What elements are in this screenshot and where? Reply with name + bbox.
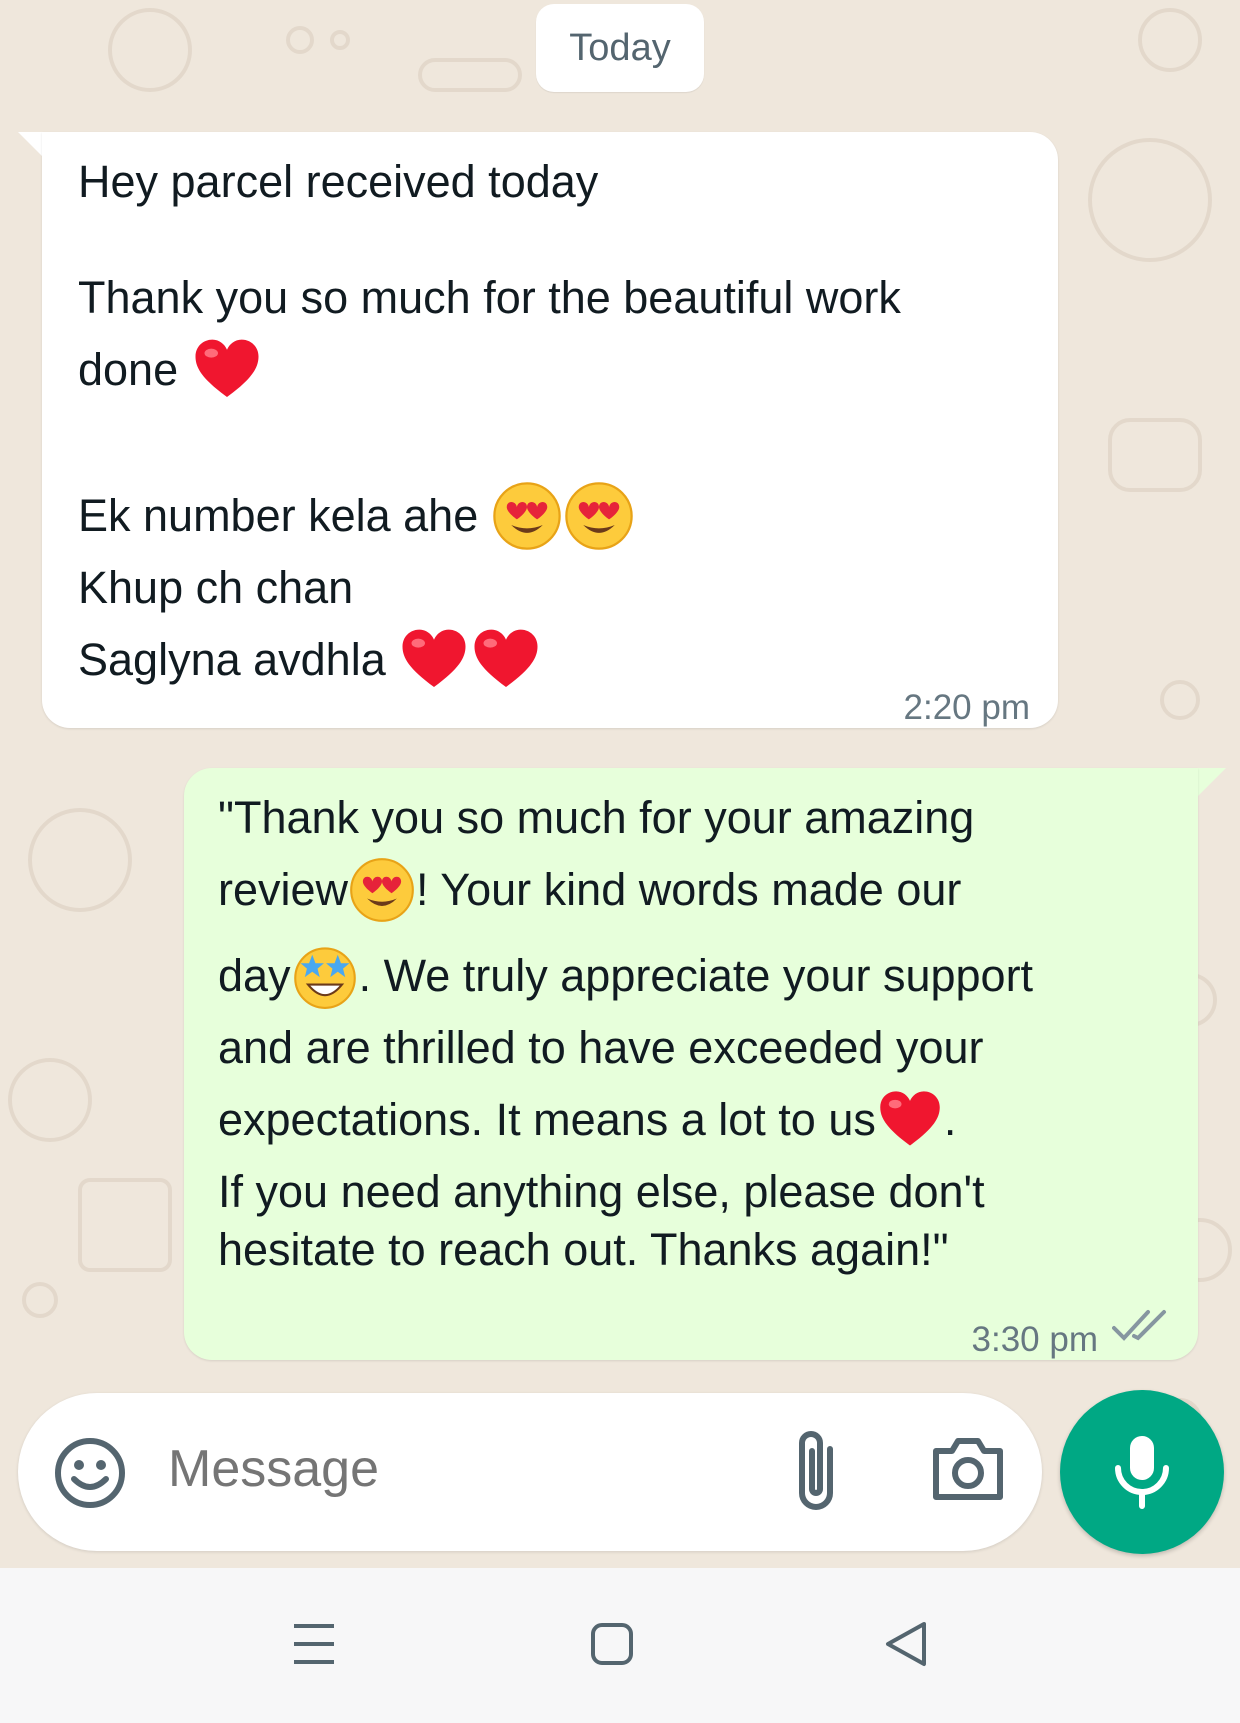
heart-eyes-emoji-icon xyxy=(493,482,561,550)
home-icon[interactable] xyxy=(590,1622,634,1666)
message-input[interactable] xyxy=(168,1439,688,1499)
message-timestamp: 2:20 pm xyxy=(903,688,1030,727)
date-divider: Today xyxy=(536,4,704,92)
message-line: "Thank you so much for your amazing xyxy=(218,792,975,843)
message-line: Thank you so much for the beautiful work xyxy=(78,272,901,323)
message-line: Saglyna avdhla xyxy=(78,624,542,696)
emoji-icon[interactable] xyxy=(54,1437,126,1509)
message-line: Ek number kela ahe xyxy=(78,480,635,552)
red-heart-emoji-icon xyxy=(402,629,466,687)
message-composer[interactable] xyxy=(18,1393,1042,1551)
camera-icon[interactable] xyxy=(930,1433,1006,1503)
voice-record-button[interactable] xyxy=(1060,1390,1224,1554)
outgoing-bubble-tail xyxy=(1196,768,1226,798)
double-check-read-icon xyxy=(1112,1310,1166,1341)
red-heart-emoji-icon xyxy=(880,1091,940,1146)
message-line: review! Your kind words made our xyxy=(218,854,961,926)
outgoing-message-bubble[interactable]: "Thank you so much for your amazing revi… xyxy=(184,768,1198,1360)
message-line: hesitate to reach out. Thanks again!" xyxy=(218,1224,949,1275)
microphone-icon xyxy=(1115,1436,1169,1509)
heart-eyes-emoji-icon xyxy=(350,858,414,922)
message-line: done xyxy=(78,334,263,406)
red-heart-emoji-icon xyxy=(195,339,259,397)
message-line: and are thrilled to have exceeded your xyxy=(218,1022,984,1073)
back-icon[interactable] xyxy=(884,1620,928,1668)
system-navigation-bar xyxy=(0,1568,1240,1723)
message-line: expectations. It means a lot to us. xyxy=(218,1084,956,1156)
incoming-message-bubble[interactable]: Hey parcel received today Thank you so m… xyxy=(42,132,1058,728)
star-struck-emoji-icon xyxy=(293,947,356,1009)
heart-eyes-emoji-icon xyxy=(565,482,633,550)
menu-icon[interactable] xyxy=(292,1622,336,1666)
message-line: Khup ch chan xyxy=(78,562,354,613)
attach-icon[interactable] xyxy=(786,1427,846,1517)
message-line: Hey parcel received today xyxy=(78,156,599,207)
message-timestamp: 3:30 pm xyxy=(971,1320,1098,1359)
message-line: day. We truly appreciate your support xyxy=(218,940,1033,1012)
red-heart-emoji-icon xyxy=(474,629,538,687)
